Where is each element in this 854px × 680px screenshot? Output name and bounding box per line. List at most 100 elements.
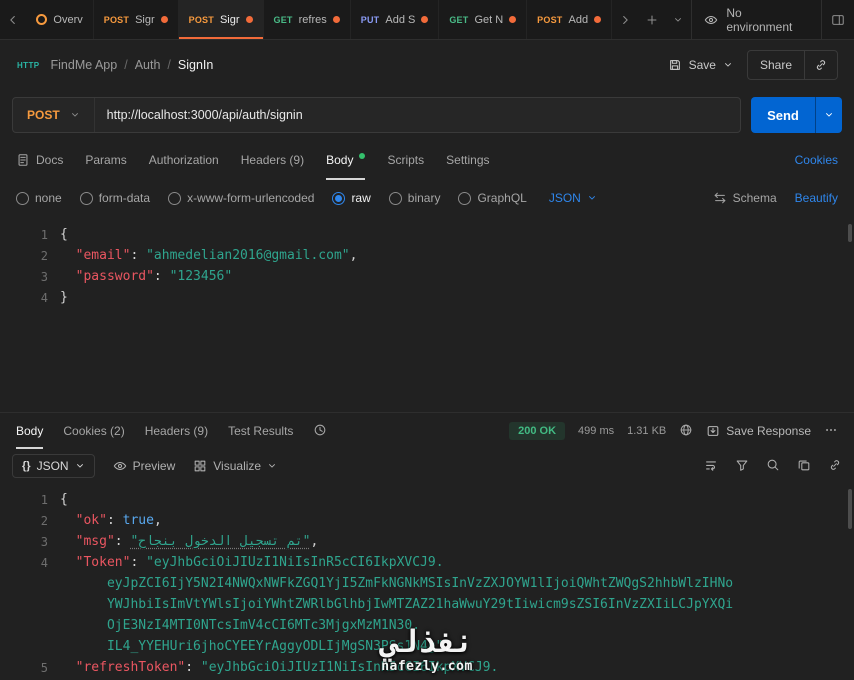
copy-link-button[interactable] — [805, 51, 837, 79]
url-input[interactable] — [94, 108, 740, 122]
unsaved-indicator-dot — [332, 16, 340, 23]
scrollbar[interactable] — [848, 489, 852, 529]
method-selector[interactable]: POST — [13, 98, 95, 132]
response-tab-test-results[interactable]: Test Results — [228, 413, 293, 449]
http-request-icon: HTTP — [17, 60, 40, 70]
body-mode-none[interactable]: none — [16, 191, 62, 205]
breadcrumb-separator: / — [167, 58, 171, 72]
braces-icon: {} — [22, 460, 31, 472]
breadcrumb-folder[interactable]: Auth — [135, 58, 161, 72]
request-tab-params[interactable]: Params — [85, 140, 126, 180]
code-line: eyJpZCI6IjY5N2I4NWQxNWFkZGQ1YjI5ZmFkNGNk… — [60, 576, 734, 591]
response-more-options-button[interactable] — [824, 423, 838, 440]
tab-options-button[interactable] — [665, 0, 691, 39]
response-body-viewer[interactable]: 1{2 "ok": true, 3 "msg": "تم تسجيل الدخول… — [0, 483, 854, 680]
code-line: 5 "refreshToken": "eyJhbGciOiJIUzI1NiIsI… — [40, 660, 499, 675]
environment-selector[interactable]: No environment — [691, 0, 820, 39]
body-mode-graphql[interactable]: GraphQL — [458, 191, 527, 205]
body-mode-urlencoded[interactable]: x-www-form-urlencoded — [168, 191, 314, 205]
tab-method-label: GET — [449, 14, 469, 25]
response-time: 499 ms — [578, 425, 615, 437]
code-line: 2 "email": "ahmedelian2016@gmail.com", — [40, 248, 358, 263]
status-badge: 200 OK — [509, 422, 566, 440]
cookies-button[interactable]: Cookies — [795, 153, 838, 167]
request-tab-body[interactable]: Body — [326, 140, 366, 180]
visualize-button[interactable]: Visualize — [193, 459, 277, 473]
request-tab-headers[interactable]: Headers (9) — [241, 140, 304, 180]
save-button[interactable]: Save — [668, 58, 733, 72]
schema-button[interactable]: Schema — [713, 191, 777, 205]
radio-icon — [168, 191, 182, 205]
send-options-button[interactable] — [815, 97, 842, 133]
breadcrumb-collection[interactable]: FindMe App — [51, 58, 118, 72]
beautify-button[interactable]: Beautify — [795, 191, 838, 205]
network-info-button[interactable] — [679, 423, 693, 440]
tab-label: Cookies (2) — [63, 424, 125, 438]
open-request-tab[interactable]: POST Sigr — [94, 0, 179, 39]
request-body-editor[interactable]: 1{2 "email": "ahmedelian2016@gmail.com",… — [0, 216, 854, 412]
history-clock-icon — [315, 424, 326, 435]
response-toolbar: {} JSON Preview Visualize — [0, 449, 854, 483]
body-mode-binary[interactable]: binary — [388, 191, 440, 205]
response-tab-headers[interactable]: Headers (9) — [145, 413, 208, 449]
tab-label: Params — [85, 153, 127, 167]
request-tab-docs[interactable]: Docs — [16, 140, 63, 180]
side-panel-icon — [832, 14, 844, 25]
tab-title: refres — [298, 13, 327, 26]
body-language-selector[interactable]: JSON — [549, 191, 597, 205]
visualize-label: Visualize — [213, 459, 262, 473]
line-wrap-icon — [706, 460, 716, 471]
request-tab-settings[interactable]: Settings — [446, 140, 489, 180]
preview-button[interactable]: Preview — [113, 459, 176, 473]
open-request-tab[interactable]: Overv — [26, 0, 94, 39]
body-mode-form-data[interactable]: form-data — [79, 191, 150, 205]
new-tab-button[interactable] — [638, 0, 664, 39]
format-label: JSON — [36, 459, 69, 473]
response-history-button[interactable] — [313, 423, 327, 440]
open-request-tab[interactable]: PUT Add S — [351, 0, 440, 39]
scroll-tabs-left-button[interactable] — [0, 0, 26, 39]
request-tab-scripts[interactable]: Scripts — [387, 140, 424, 180]
request-tab-authorization[interactable]: Authorization — [149, 140, 219, 180]
search-button[interactable] — [766, 458, 780, 475]
response-format-selector[interactable]: {} JSON — [12, 454, 95, 478]
scrollbar[interactable] — [848, 224, 852, 242]
preview-label: Preview — [132, 459, 176, 473]
tab-title: Sigr — [135, 13, 155, 26]
method-label: POST — [27, 108, 60, 122]
open-request-tab[interactable]: POST Add — [527, 0, 613, 39]
line-wrap-button[interactable] — [704, 458, 718, 475]
open-tabs: Overv POST Sigr POST Sigr GET refres PUT Add S GE… — [26, 0, 613, 39]
filter-funnel-icon — [736, 460, 748, 471]
tab-method-label: POST — [188, 14, 214, 25]
code-line: 3 "msg": "تم تسجيل الدخول بنجاح", — [40, 534, 319, 549]
copy-icon — [798, 460, 810, 470]
open-request-tab[interactable]: POST Sigr — [178, 0, 264, 39]
copy-button[interactable] — [797, 458, 811, 475]
filter-button[interactable] — [735, 458, 749, 475]
share-button[interactable]: Share — [748, 51, 804, 79]
open-request-tab[interactable]: GET refres — [264, 0, 351, 39]
request-body-code: 1{2 "email": "ahmedelian2016@gmail.com",… — [0, 224, 854, 308]
tab-label: Headers (9) — [144, 424, 209, 438]
response-tab-body[interactable]: Body — [16, 413, 43, 449]
environment-quick-look-button[interactable] — [820, 0, 854, 39]
open-request-tab[interactable]: GET Get N — [439, 0, 528, 39]
share-label: Share — [759, 58, 792, 72]
code-line: 4 "Token": "eyJhbGciOiJIUzI1NiIsInR5cCI6… — [40, 555, 444, 570]
save-response-button[interactable]: Save Response — [706, 424, 811, 438]
save-label: Save — [688, 58, 716, 72]
tab-bar: Overv POST Sigr POST Sigr GET refres PUT Add S GE… — [0, 0, 854, 40]
code-line: 1{ — [40, 492, 68, 507]
save-floppy-icon — [669, 60, 680, 70]
send-label: Send — [767, 107, 799, 123]
body-mode-actions: Schema Beautify — [713, 191, 838, 205]
response-link-button[interactable] — [828, 458, 842, 475]
tab-label: Body — [16, 424, 44, 438]
body-mode-raw[interactable]: raw — [332, 191, 371, 205]
tab-method-label: POST — [537, 14, 563, 25]
response-tab-cookies[interactable]: Cookies (2) — [63, 413, 124, 449]
scroll-tabs-right-button[interactable] — [612, 0, 638, 39]
send-button[interactable]: Send — [751, 97, 815, 133]
radio-icon — [79, 191, 93, 205]
